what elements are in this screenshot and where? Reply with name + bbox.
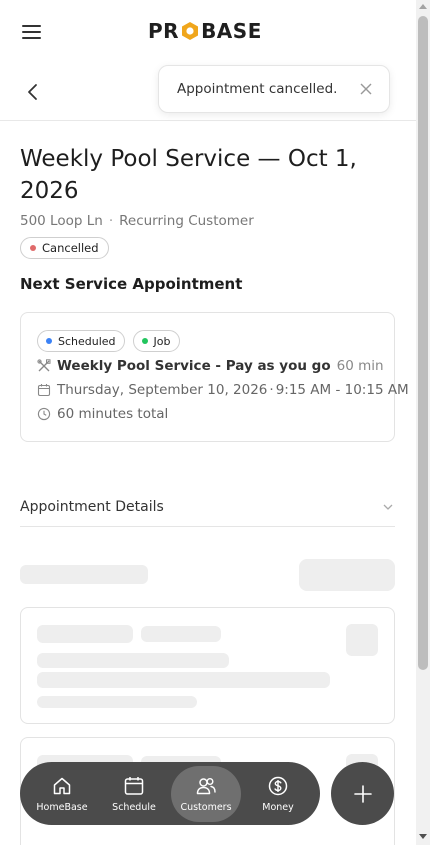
home-icon xyxy=(53,777,71,794)
subtitle-separator: · xyxy=(108,213,114,229)
app-screen: PR BASE Appointment cancelled. Weekly Po… xyxy=(0,0,416,845)
job-address: 500 Loop Ln xyxy=(20,213,103,229)
service-name: Weekly Pool Service - Pay as you go xyxy=(57,358,331,374)
tools-icon xyxy=(37,359,51,372)
appointment-badges: Scheduled Job xyxy=(37,330,180,352)
calendar-icon xyxy=(37,384,51,397)
nav-customers[interactable]: Customers xyxy=(171,765,241,822)
job-dot xyxy=(141,338,148,344)
scroll-up-arrow[interactable] xyxy=(419,4,427,9)
badge-scheduled-label: Scheduled xyxy=(58,334,116,348)
duration-row: 60 minutes total xyxy=(37,406,168,422)
nav-money-label: Money xyxy=(262,801,294,813)
calendar-icon xyxy=(124,776,144,795)
users-icon xyxy=(196,777,216,794)
service-duration: 60 min xyxy=(336,358,384,374)
chevron-down-icon xyxy=(383,504,393,510)
probase-logo[interactable]: PR BASE xyxy=(148,19,262,43)
header-divider xyxy=(0,120,416,121)
scroll-down-arrow[interactable] xyxy=(419,834,427,839)
nav-homebase[interactable]: HomeBase xyxy=(27,766,97,822)
appointment-time: 9:15 AM - 10:15 AM xyxy=(275,382,409,398)
scroll-thumb[interactable] xyxy=(418,16,428,670)
vertical-scrollbar[interactable] xyxy=(416,0,430,845)
badge-scheduled: Scheduled xyxy=(37,330,125,352)
hamburger-menu-icon[interactable] xyxy=(22,24,42,40)
skeleton-button xyxy=(299,559,395,591)
nav-homebase-label: HomeBase xyxy=(36,801,88,813)
top-bar: PR BASE xyxy=(0,0,416,62)
skeleton-bar xyxy=(37,653,229,668)
nav-money[interactable]: Money xyxy=(243,766,313,822)
status-dot xyxy=(30,245,36,251)
close-icon[interactable] xyxy=(359,82,373,96)
customer-type: Recurring Customer xyxy=(119,213,254,229)
logo-text-right: BASE xyxy=(201,19,262,43)
clock-icon xyxy=(37,407,51,421)
badge-job-label: Job xyxy=(153,334,171,348)
hexagon-logo-icon xyxy=(182,22,199,40)
section-heading: Next Service Appointment xyxy=(20,275,243,293)
skeleton-square xyxy=(346,624,378,656)
toast-notification: Appointment cancelled. xyxy=(158,65,390,113)
skeleton-bar xyxy=(37,625,133,643)
skeleton-bar xyxy=(20,565,148,584)
toast-message: Appointment cancelled. xyxy=(177,81,338,97)
date-row: Thursday, September 10, 2026 · 9:15 AM -… xyxy=(37,382,409,398)
nav-customers-label: Customers xyxy=(180,801,232,813)
appointment-card[interactable]: Scheduled Job xyxy=(20,312,395,442)
scheduled-dot xyxy=(46,338,52,344)
appointment-details-toggle[interactable]: Appointment Details xyxy=(20,487,395,527)
status-label: Cancelled xyxy=(42,241,99,255)
service-row: Weekly Pool Service - Pay as you go 60 m… xyxy=(37,358,384,374)
duration-total: 60 minutes total xyxy=(57,406,169,422)
skeleton-bar xyxy=(37,672,330,688)
details-label: Appointment Details xyxy=(20,498,164,515)
nav-schedule[interactable]: Schedule xyxy=(99,766,169,822)
time-separator: · xyxy=(269,382,274,398)
logo-text-left: PR xyxy=(148,19,180,43)
status-badge: Cancelled xyxy=(20,237,109,259)
skeleton-bar xyxy=(141,626,221,642)
skeleton-card xyxy=(20,607,395,724)
skeleton-bar xyxy=(37,696,197,708)
add-button[interactable] xyxy=(331,762,394,825)
appointment-date: Thursday, September 10, 2026 xyxy=(57,382,268,398)
bottom-navigation: HomeBase Schedule Customers Money xyxy=(20,762,320,825)
badge-job: Job xyxy=(132,330,180,352)
job-subtitle: 500 Loop Ln · Recurring Customer xyxy=(20,213,254,229)
page-title: Weekly Pool Service — Oct 1, 2026 xyxy=(20,146,357,204)
back-arrow-icon[interactable] xyxy=(22,80,44,104)
nav-schedule-label: Schedule xyxy=(112,801,156,813)
dollar-icon xyxy=(268,776,288,795)
plus-icon xyxy=(353,784,372,803)
